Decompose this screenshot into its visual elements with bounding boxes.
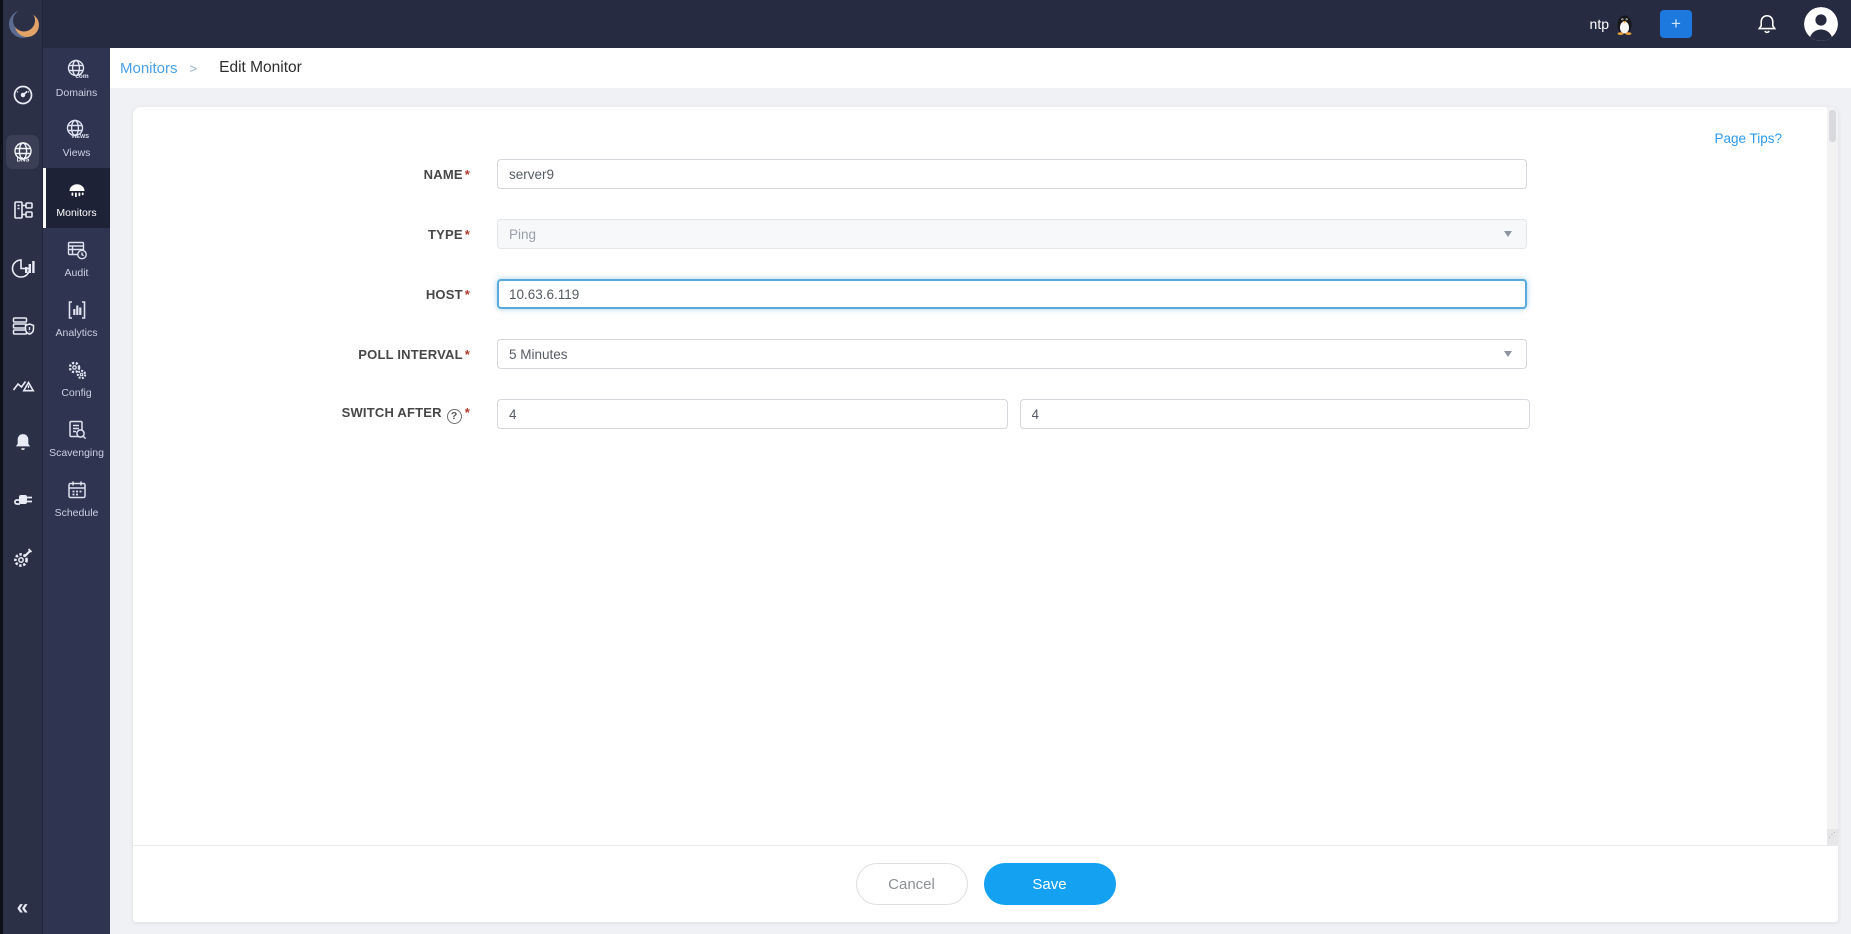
type-select: Ping [497, 219, 1527, 249]
app-logo[interactable] [3, 0, 42, 48]
chevron-down-icon [1504, 231, 1512, 237]
alerts-bell-icon[interactable] [3, 430, 42, 454]
gauge-dashboard-icon[interactable] [3, 82, 42, 106]
sidebar-item-label: Monitors [56, 206, 97, 219]
required-asterisk: * [464, 404, 470, 420]
sidebar-item-label: Views [62, 146, 91, 159]
main-content: Monitors > Edit Monitor Page Tips? NAME *… [110, 48, 1851, 934]
required-asterisk: * [464, 346, 470, 362]
chart-alert-icon[interactable] [3, 372, 42, 396]
switch-after-input-1[interactable] [497, 399, 1008, 429]
tux-penguin-icon [1617, 15, 1632, 35]
form-row-poll-interval: POLL INTERVAL * 5 Minutes [133, 339, 1838, 369]
form-footer: Cancel Save [133, 845, 1838, 922]
sidebar-item-label: Analytics [55, 326, 98, 339]
sidebar-item-label: Config [61, 386, 92, 399]
form-row-host: HOST * [133, 279, 1838, 309]
icon-rail: DNS « [0, 0, 43, 934]
host-input[interactable] [497, 279, 1527, 309]
type-label: TYPE * [427, 226, 470, 242]
sidebar-item-domains[interactable]: com Domains [43, 48, 110, 108]
topbar-right-cluster: ntp + [1590, 0, 1838, 48]
sidebar-item-analytics[interactable]: Analytics [43, 288, 110, 348]
required-asterisk: * [464, 286, 470, 302]
sidebar-item-label: Schedule [54, 506, 99, 519]
rail-icon-list: DNS [3, 48, 42, 570]
add-button[interactable]: + [1660, 10, 1692, 38]
form-row-name: NAME * [133, 159, 1838, 189]
sidebar-item-config[interactable]: Config [43, 348, 110, 408]
sidebar-item-scavenging[interactable]: Scavenging [43, 408, 110, 468]
integrations-plug-icon[interactable] [3, 488, 42, 512]
form-row-switch-after: SWITCH AFTER? * [133, 399, 1838, 429]
server-security-icon[interactable] [3, 314, 42, 338]
environment-label: ntp [1589, 16, 1609, 32]
sidebar-item-views[interactable]: VIEWS Views [43, 108, 110, 168]
sidebar-item-label: Audit [64, 266, 89, 279]
user-avatar[interactable] [1804, 7, 1838, 41]
name-label: NAME * [423, 166, 470, 182]
dns-globe-icon[interactable]: DNS [3, 135, 42, 169]
cancel-button[interactable]: Cancel [855, 863, 968, 905]
breadcrumb: Monitors > Edit Monitor [110, 48, 1851, 88]
svg-text:VIEWS: VIEWS [70, 134, 88, 140]
name-input[interactable] [497, 159, 1527, 189]
svg-text:DNS: DNS [16, 158, 29, 164]
poll-interval-label: POLL INTERVAL * [358, 346, 470, 362]
poll-interval-select[interactable]: 5 Minutes [497, 339, 1527, 369]
scrollbar-thumb[interactable] [1829, 110, 1836, 142]
chevron-down-icon [1504, 351, 1512, 357]
notifications-bell-icon[interactable] [1756, 12, 1778, 36]
side-navigation: com Domains VIEWS Views Monitors Audit A… [43, 48, 110, 934]
breadcrumb-link-monitors[interactable]: Monitors [120, 60, 178, 77]
page-tips-link[interactable]: Page Tips? [1714, 131, 1782, 146]
sidebar-item-label: Domains [55, 86, 98, 99]
host-label: HOST * [425, 286, 470, 302]
sidebar-item-label: Scavenging [49, 446, 104, 459]
sitemap-icon[interactable] [3, 198, 42, 222]
scrollbar-grip[interactable]: ⋰ [1827, 829, 1838, 845]
save-button[interactable]: Save [983, 863, 1116, 905]
form-area: Page Tips? NAME* TYPE* Ping [133, 107, 1838, 845]
form-row-type: TYPE * Ping [133, 219, 1838, 249]
page-title: Edit Monitor [219, 59, 302, 76]
top-bar: ntp + [0, 0, 1851, 48]
settings-gear-wrench-icon[interactable] [3, 546, 42, 570]
sidebar-item-schedule[interactable]: Schedule [43, 468, 110, 528]
vertical-scrollbar[interactable] [1827, 107, 1838, 829]
switch-after-input-2[interactable] [1019, 399, 1530, 429]
help-icon[interactable]: ? [446, 408, 462, 424]
pie-report-icon[interactable] [3, 256, 42, 280]
collapse-sidebar-chevrons[interactable]: « [3, 896, 42, 920]
sidebar-item-audit[interactable]: Audit [43, 228, 110, 288]
switch-after-label: SWITCH AFTER? * [341, 404, 470, 424]
svg-text:com: com [75, 73, 89, 80]
breadcrumb-separator: > [189, 60, 198, 76]
required-asterisk: * [464, 226, 470, 242]
required-asterisk: * [464, 166, 470, 182]
sidebar-item-monitors[interactable]: Monitors [43, 168, 110, 228]
edit-monitor-form-card: Page Tips? NAME* TYPE* Ping [133, 107, 1838, 922]
